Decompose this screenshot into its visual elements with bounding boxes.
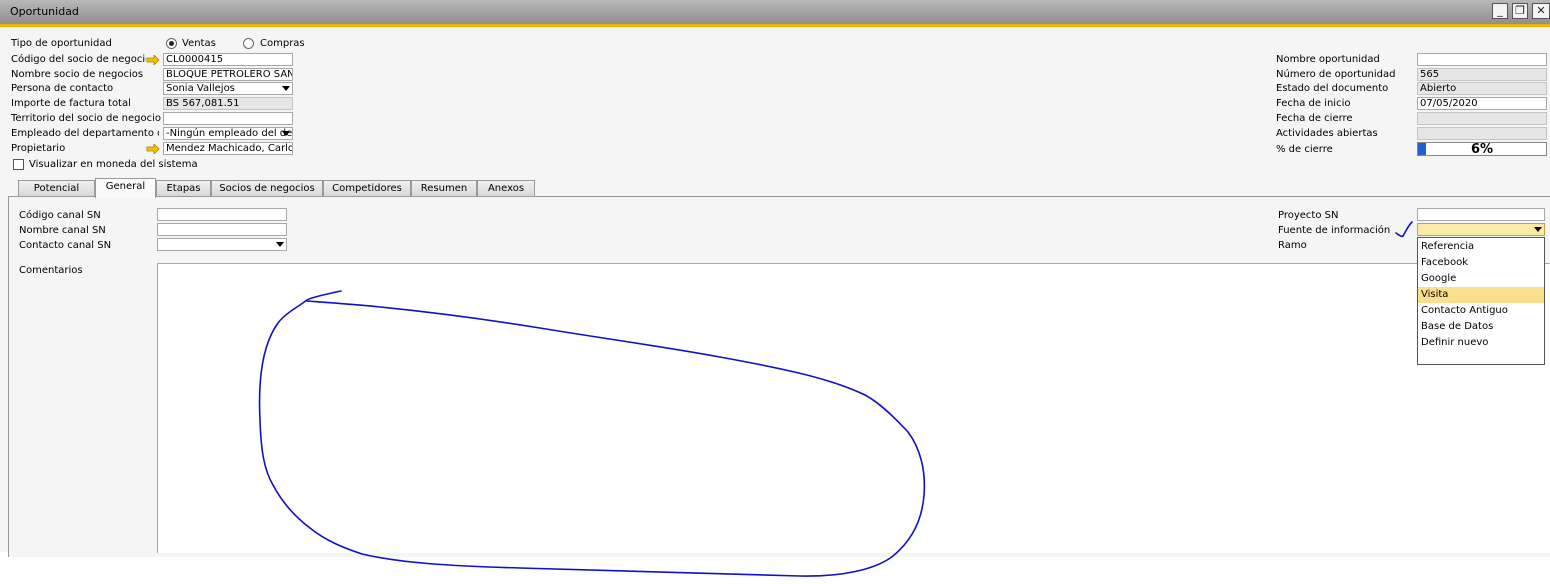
chevron-down-icon — [276, 242, 284, 247]
comentarios-textarea[interactable] — [157, 263, 1550, 553]
fuente-option[interactable]: Definir nuevo — [1418, 335, 1544, 351]
window-title: Oportunidad — [10, 5, 79, 18]
restore-icon: ❐ — [1515, 4, 1525, 17]
canal-codigo-field[interactable] — [157, 208, 287, 221]
proyecto-label: Proyecto SN — [1278, 210, 1339, 221]
fuente-option[interactable]: Google — [1418, 271, 1544, 287]
restore-button[interactable]: ❐ — [1512, 3, 1528, 19]
fuente-option[interactable]: Base de Datos — [1418, 319, 1544, 335]
canal-contacto-label: Contacto canal SN — [19, 240, 112, 251]
minimize-button[interactable]: _ — [1492, 3, 1508, 19]
tab-socios[interactable]: Socios de negocios — [211, 180, 323, 196]
fuente-option-highlighted[interactable]: Visita — [1418, 287, 1544, 303]
fuente-option[interactable]: Facebook — [1418, 255, 1544, 271]
fuente-option[interactable]: Referencia — [1418, 239, 1544, 255]
tab-strip: Potencial General Etapas Socios de negoc… — [0, 27, 1550, 557]
fuente-label: Fuente de información — [1278, 225, 1391, 236]
fuente-select[interactable] — [1417, 223, 1545, 236]
canal-nombre-field[interactable] — [157, 223, 287, 236]
tab-anexos[interactable]: Anexos — [477, 180, 535, 196]
canal-nombre-label: Nombre canal SN — [19, 225, 106, 236]
tab-competidores[interactable]: Competidores — [323, 180, 411, 196]
chevron-down-icon — [1534, 227, 1542, 232]
tab-potencial[interactable]: Potencial — [18, 180, 95, 196]
fuente-option[interactable]: Contacto Antiguo — [1418, 303, 1544, 319]
canal-codigo-label: Código canal SN — [19, 210, 101, 221]
tab-etapas[interactable]: Etapas — [156, 180, 211, 196]
close-button[interactable]: ✕ — [1532, 3, 1550, 19]
minimize-icon: _ — [1497, 4, 1503, 17]
close-icon: ✕ — [1536, 4, 1546, 17]
tab-resumen[interactable]: Resumen — [411, 180, 477, 196]
title-bar: Oportunidad _ ❐ ✕ — [0, 0, 1550, 27]
fuente-dropdown-list: Referencia Facebook Google Visita Contac… — [1417, 237, 1545, 365]
tab-general[interactable]: General — [95, 178, 156, 198]
canal-contacto-select[interactable] — [157, 238, 287, 251]
proyecto-field[interactable] — [1417, 208, 1545, 221]
ramo-label: Ramo — [1278, 240, 1307, 251]
comentarios-label: Comentarios — [19, 265, 83, 276]
